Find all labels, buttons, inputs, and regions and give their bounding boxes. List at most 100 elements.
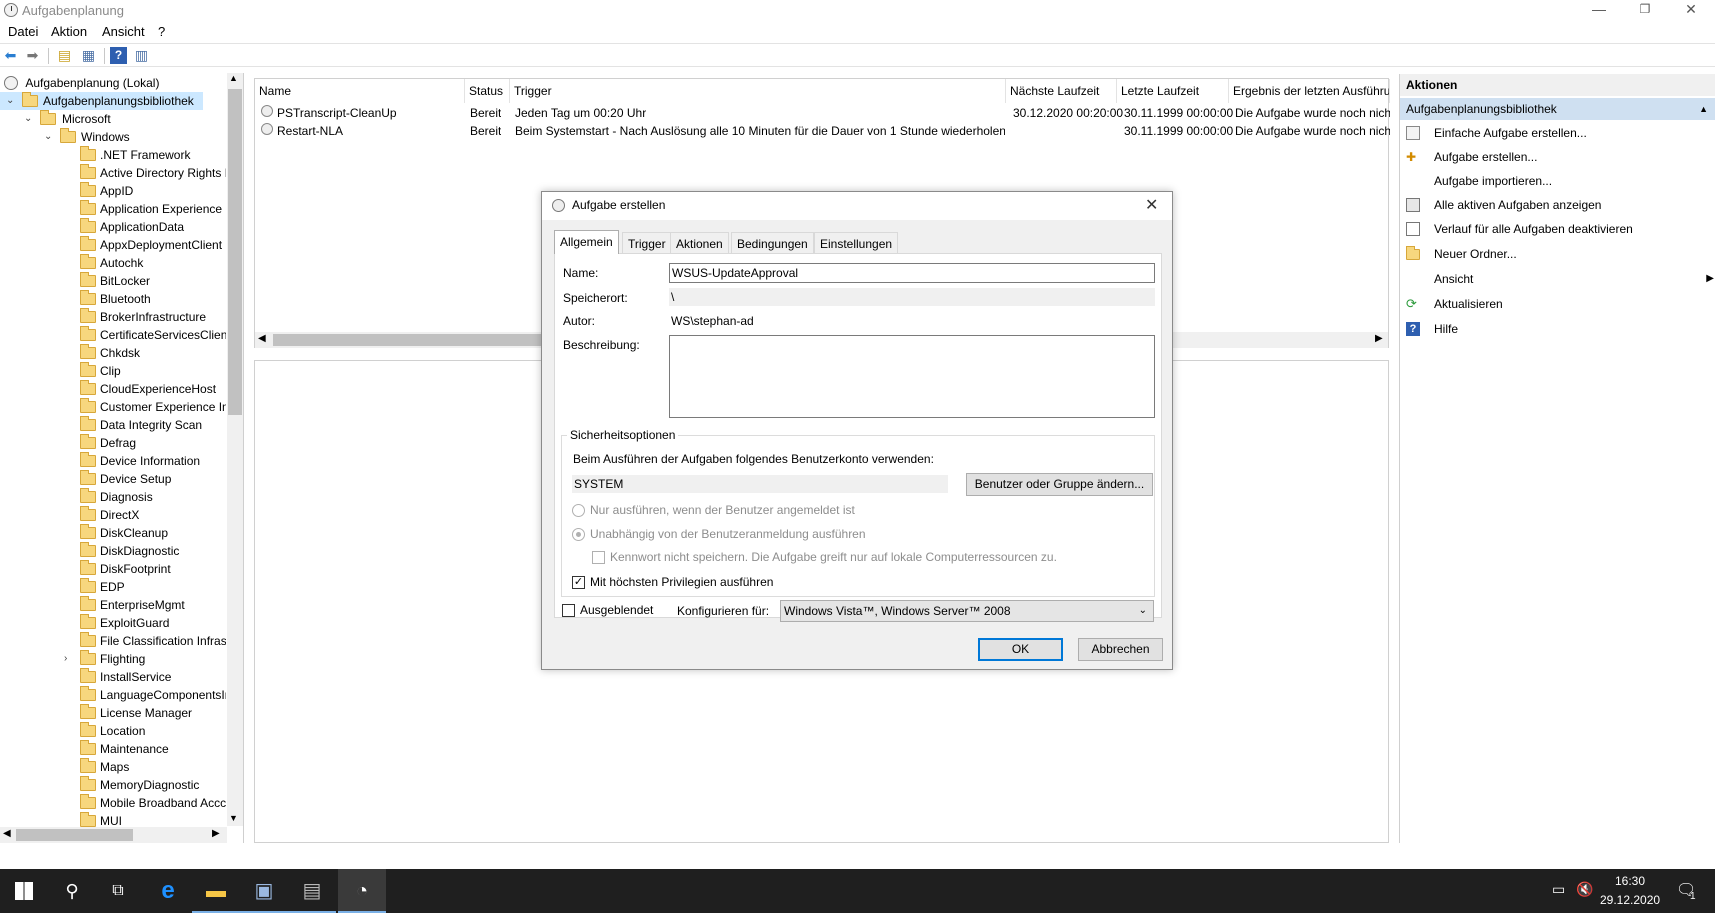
scroll-thumb[interactable] — [16, 829, 133, 841]
up-folder-icon[interactable]: ▤ — [56, 47, 73, 64]
dialog-close-icon[interactable]: ✕ — [1145, 195, 1158, 215]
tree-item-folder[interactable]: Defrag — [0, 434, 226, 452]
tree-item-folder[interactable]: DiskCleanup — [0, 524, 226, 542]
tree-item-folder[interactable]: Autochk — [0, 254, 226, 272]
action-pane-icon[interactable]: ▥ — [133, 47, 150, 64]
action-new-folder[interactable]: Neuer Ordner... — [1404, 243, 1704, 265]
tree-item-library[interactable]: ⌄ Aufgabenplanungsbibliothek — [0, 92, 203, 110]
checkbox-highest-privileges[interactable]: ✓ — [572, 576, 585, 589]
tree-item-folder[interactable]: Device Setup — [0, 470, 226, 488]
scroll-left-icon[interactable]: ◀ — [3, 828, 11, 839]
scroll-thumb[interactable] — [228, 89, 242, 415]
action-refresh[interactable]: ⟳ Aktualisieren — [1404, 293, 1704, 315]
tree-item-folder[interactable]: Mobile Broadband Accc — [0, 794, 226, 812]
tree-vertical-scrollbar[interactable]: ▲ ▼ — [227, 73, 243, 826]
ok-button[interactable]: OK — [978, 638, 1063, 661]
volume-muted-icon[interactable]: 🔇 — [1576, 881, 1593, 898]
show-hide-tree-icon[interactable]: ▦ — [80, 47, 97, 64]
tree-item-folder[interactable]: .NET Framework — [0, 146, 226, 164]
checkbox-hidden[interactable] — [562, 604, 575, 617]
column-header-last-result[interactable]: Ergebnis der letzten Ausführu — [1229, 79, 1390, 103]
radio-run-only-logged-on[interactable] — [572, 504, 585, 517]
tree-item-folder[interactable]: Data Integrity Scan — [0, 416, 226, 434]
column-header-trigger[interactable]: Trigger — [510, 79, 1006, 103]
description-textarea[interactable] — [669, 335, 1155, 418]
tree-item-folder[interactable]: DiskDiagnostic — [0, 542, 226, 560]
action-disable-history[interactable]: Verlauf für alle Aufgaben deaktivieren — [1404, 218, 1704, 240]
chevron-down-icon[interactable]: ⌄ — [44, 128, 52, 146]
forward-arrow-icon[interactable]: ➡ — [24, 47, 41, 64]
tree-item-folder[interactable]: DiskFootprint — [0, 560, 226, 578]
tree-item-folder[interactable]: CertificateServicesClient — [0, 326, 226, 344]
tab-aktionen[interactable]: Aktionen — [670, 232, 729, 254]
minimize-button[interactable]: — — [1576, 0, 1622, 20]
column-header-status[interactable]: Status — [465, 79, 510, 103]
clock-date[interactable]: 29.12.2020 — [1600, 893, 1660, 907]
network-icon[interactable]: ▭ — [1552, 881, 1565, 898]
action-create-basic-task[interactable]: Einfache Aufgabe erstellen... — [1404, 122, 1704, 144]
menu-ansicht[interactable]: Ansicht — [102, 24, 145, 39]
tree-item-folder[interactable]: Chkdsk — [0, 344, 226, 362]
tree-item-folder[interactable]: InstallService — [0, 668, 226, 686]
tree-item-folder[interactable]: Diagnosis — [0, 488, 226, 506]
checkbox-no-password[interactable] — [592, 551, 605, 564]
task-name-input[interactable]: WSUS-UpdateApproval — [669, 263, 1155, 283]
chevron-right-icon[interactable]: › — [64, 650, 67, 668]
action-help[interactable]: ? Hilfe — [1404, 318, 1704, 340]
menu-aktion[interactable]: Aktion — [51, 24, 87, 39]
internet-explorer-icon[interactable]: e — [144, 869, 192, 913]
file-explorer-icon[interactable]: ▬ — [192, 869, 240, 913]
tree-item-folder[interactable]: Maintenance — [0, 740, 226, 758]
back-arrow-icon[interactable]: ⬅ — [2, 47, 19, 64]
tree-item-folder[interactable]: AppID — [0, 182, 226, 200]
tree-item-folder[interactable]: DirectX — [0, 506, 226, 524]
scroll-right-icon[interactable]: ▶ — [1375, 333, 1383, 344]
scroll-left-icon[interactable]: ◀ — [258, 333, 266, 344]
tree-item-folder[interactable]: ApplicationData — [0, 218, 226, 236]
column-header-last-run[interactable]: Letzte Laufzeit — [1117, 79, 1229, 103]
action-import-task[interactable]: Aufgabe importieren... — [1404, 170, 1704, 192]
tree-item-folder[interactable]: Clip — [0, 362, 226, 380]
tree-item-folder[interactable]: EnterpriseMgmt — [0, 596, 226, 614]
tree-item-folder[interactable]: Device Information — [0, 452, 226, 470]
tab-einstellungen[interactable]: Einstellungen — [814, 232, 899, 254]
scroll-right-icon[interactable]: ▶ — [212, 828, 220, 839]
tree-item-folder[interactable]: CloudExperienceHost — [0, 380, 226, 398]
tree-item-folder[interactable]: Location — [0, 722, 226, 740]
configure-for-select[interactable]: Windows Vista™, Windows Server™ 2008 ⌄ — [780, 600, 1154, 622]
menu-help[interactable]: ? — [158, 24, 165, 39]
tree-root[interactable]: Aufgabenplanung (Lokal) — [4, 74, 159, 92]
tree-item-folder[interactable]: Maps — [0, 758, 226, 776]
admin-tools-icon[interactable]: ▤ — [288, 869, 336, 913]
restore-button[interactable]: ❐ — [1622, 0, 1668, 20]
tree-item-folder[interactable]: Active Directory Rights M — [0, 164, 226, 182]
cancel-button[interactable]: Abbrechen — [1078, 638, 1163, 661]
tree-item-folder[interactable]: Application Experience — [0, 200, 226, 218]
tree-item-folder[interactable]: License Manager — [0, 704, 226, 722]
tree-item-folder[interactable]: MemoryDiagnostic — [0, 776, 226, 794]
change-user-button[interactable]: Benutzer oder Gruppe ändern... — [966, 473, 1153, 496]
tab-bedingungen[interactable]: Bedingungen — [731, 232, 814, 254]
chevron-down-icon[interactable]: ⌄ — [24, 110, 32, 128]
action-create-task[interactable]: ✚ Aufgabe erstellen... — [1404, 146, 1704, 168]
scroll-up-icon[interactable]: ▲ — [229, 73, 238, 83]
scroll-down-icon[interactable]: ▼ — [229, 813, 238, 823]
radio-run-independent[interactable] — [572, 528, 585, 541]
task-view-icon[interactable]: ⧉ — [94, 869, 142, 913]
help-icon[interactable]: ? — [110, 47, 127, 64]
tree-item-folder[interactable]: Customer Experience Im — [0, 398, 226, 416]
tree-item-folder[interactable]: AppxDeploymentClient — [0, 236, 226, 254]
tree-item-folder[interactable]: EDP — [0, 578, 226, 596]
server-manager-icon[interactable]: ▣ — [240, 869, 288, 913]
tree-item-folder[interactable]: Bluetooth — [0, 290, 226, 308]
tree-horizontal-scrollbar[interactable]: ◀ ▶ — [0, 827, 227, 843]
tab-trigger[interactable]: Trigger — [622, 232, 672, 254]
clock-time[interactable]: 16:30 — [1606, 874, 1654, 888]
action-show-running-tasks[interactable]: Alle aktiven Aufgaben anzeigen — [1404, 194, 1704, 216]
start-button[interactable] — [0, 869, 48, 913]
search-icon[interactable]: ⚲ — [48, 869, 96, 913]
action-view[interactable]: Ansicht ▶ — [1404, 268, 1714, 290]
column-header-name[interactable]: Name — [255, 79, 465, 103]
tree-item-folder[interactable]: LanguageComponentsIr — [0, 686, 226, 704]
column-header-next-run[interactable]: Nächste Laufzeit — [1006, 79, 1117, 103]
